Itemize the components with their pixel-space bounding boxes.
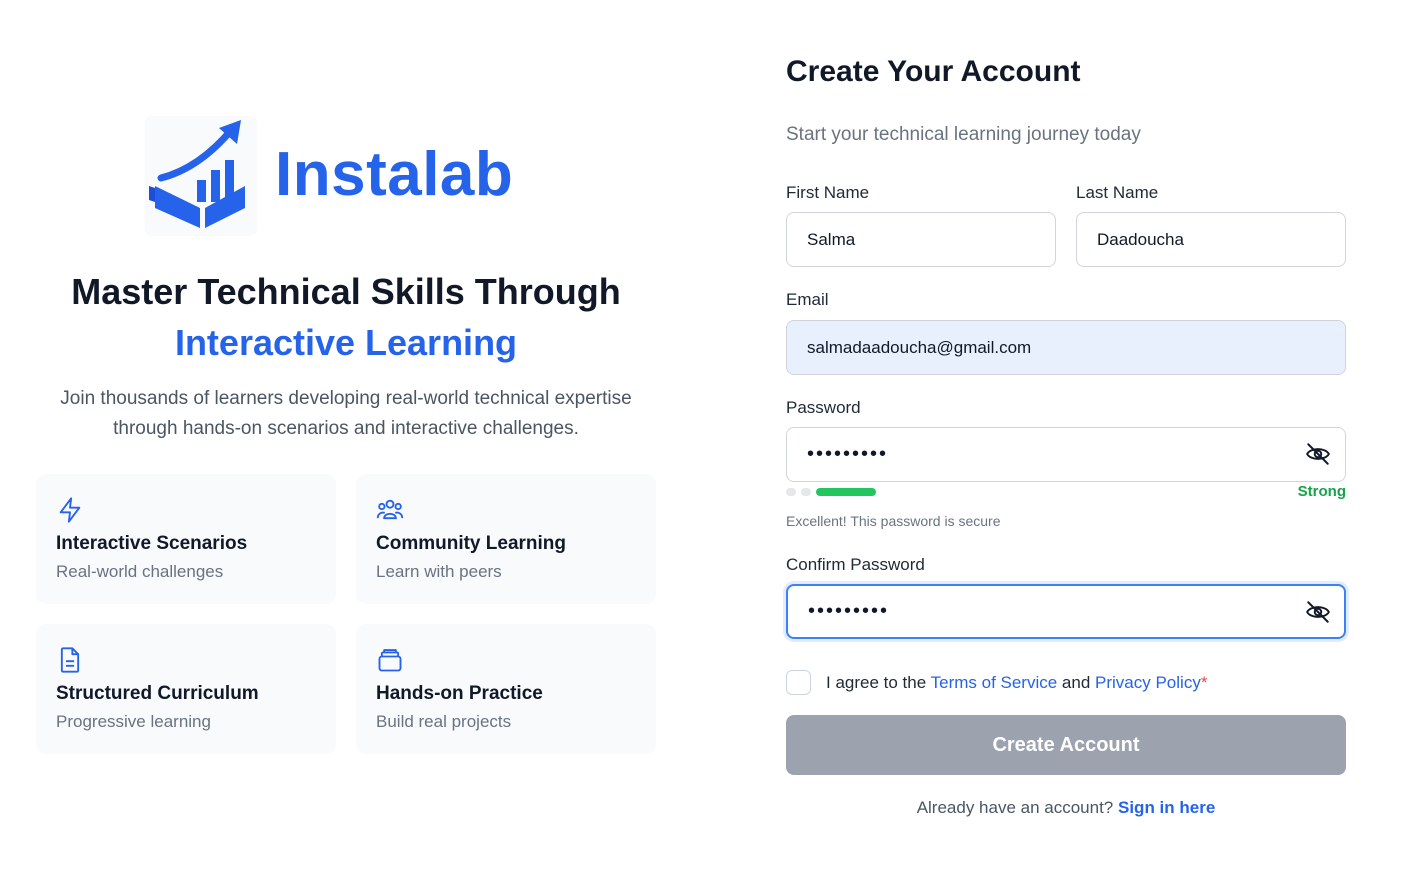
eye-off-icon[interactable] (1305, 599, 1331, 625)
brand-name: Instalab (275, 140, 514, 209)
feature-description: Learn with peers (376, 562, 502, 581)
feature-description: Progressive learning (56, 712, 211, 731)
feature-description: Build real projects (376, 712, 512, 731)
feature-card: Interactive Scenarios Real-world challen… (36, 474, 336, 604)
book-growth-chart-icon (145, 116, 257, 236)
eye-off-icon[interactable] (1305, 441, 1331, 467)
strength-segment-active (816, 488, 876, 496)
strength-segment (786, 488, 796, 496)
terms-agreement: I agree to the Terms of Service and Priv… (786, 670, 1207, 695)
last-name-field[interactable] (1076, 212, 1346, 267)
password-strength-label: Strong (1297, 483, 1346, 500)
password-field[interactable] (786, 427, 1346, 482)
terms-text: I agree to the Terms of Service and Priv… (826, 673, 1207, 693)
terms-of-service-link[interactable]: Terms of Service (931, 673, 1058, 692)
hero-headline-accent: Interactive Learning (174, 322, 518, 363)
document-icon (60, 647, 80, 673)
feature-title: Hands-on Practice (376, 683, 543, 704)
privacy-policy-link[interactable]: Privacy Policy (1095, 673, 1201, 692)
email-label: Email (786, 290, 829, 309)
signin-prompt: Already have an account? Sign in here (786, 798, 1346, 818)
feature-description: Real-world challenges (56, 562, 224, 581)
feature-card: Community Learning Learn with peers (356, 474, 656, 604)
form-subtitle: Start your technical learning journey to… (786, 124, 1141, 145)
email-field[interactable] (786, 320, 1346, 375)
hero-headline: Master Technical Skills Through (71, 271, 621, 312)
confirm-password-field[interactable] (786, 584, 1346, 639)
hero-intro: Join thousands of learners developing re… (60, 388, 632, 439)
password-hint: Excellent! This password is secure (786, 513, 1001, 529)
first-name-label: First Name (786, 183, 870, 202)
confirm-password-label: Confirm Password (786, 555, 925, 574)
lightning-icon (59, 497, 81, 523)
signin-prompt-text: Already have an account? (916, 798, 1118, 817)
left-panel: Instalab Master Technical Skills Through… (0, 0, 692, 872)
strength-segment (801, 488, 811, 496)
feature-title: Structured Curriculum (56, 683, 259, 704)
form-title: Create Your Account (786, 55, 1081, 88)
brand-logo: Instalab (145, 116, 513, 236)
terms-prefix: I agree to the (826, 672, 931, 692)
feature-title: Community Learning (376, 533, 567, 554)
last-name-label: Last Name (1076, 183, 1159, 202)
password-label: Password (786, 398, 861, 417)
users-group-icon (376, 499, 404, 520)
first-name-field[interactable] (786, 212, 1056, 267)
layers-icon (378, 649, 402, 672)
terms-checkbox[interactable] (786, 670, 811, 695)
required-mark: * (1200, 672, 1208, 692)
create-account-button[interactable]: Create Account (786, 715, 1346, 775)
password-strength-meter (786, 488, 1346, 496)
feature-card: Structured Curriculum Progressive learni… (36, 624, 336, 754)
signin-link[interactable]: Sign in here (1118, 798, 1215, 817)
feature-card: Hands-on Practice Build real projects (356, 624, 656, 754)
terms-middle: and (1057, 672, 1096, 692)
feature-title: Interactive Scenarios (56, 533, 248, 554)
